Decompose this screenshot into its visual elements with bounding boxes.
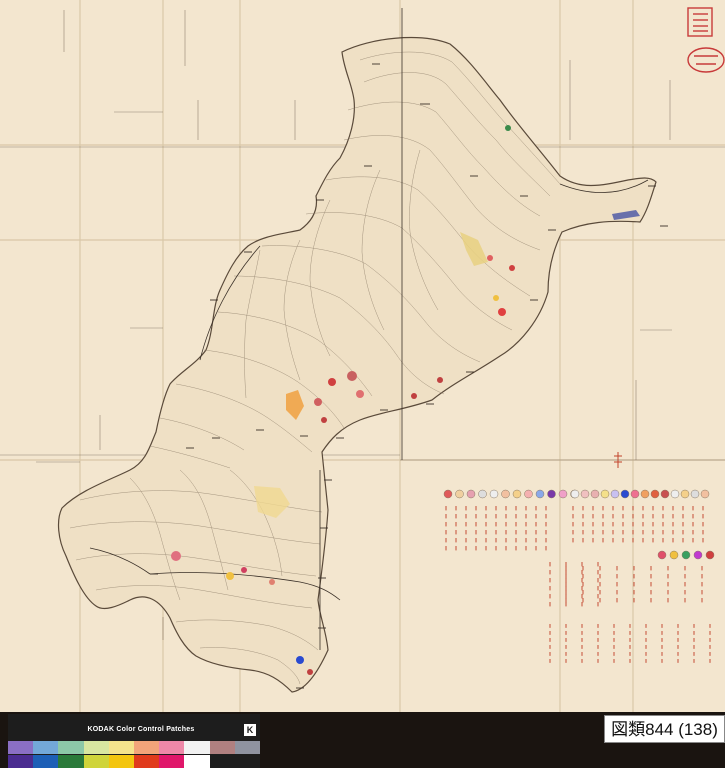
legend-right-swatch-10 [660,489,670,499]
map-sheet [0,0,725,712]
legend-extra-swatch-1 [657,550,667,560]
kodak-patch-r2-3 [58,755,84,768]
legend-left-swatch-9 [535,489,545,499]
kodak-patch-r2-5 [108,755,135,768]
kodak-patch-r2-1 [8,755,34,768]
legend-right-swatch-13 [690,489,700,499]
legend-extra-swatch-4 [693,550,703,560]
legend-text-columns [445,506,711,663]
legend-right-swatch-6 [620,489,630,499]
legend-right-swatch-9 [650,489,660,499]
kodak-patch-r1-9 [209,741,235,754]
kodak-logo-icon: K [244,724,256,736]
legend-extra-swatch-3 [681,550,691,560]
legend-left-swatch-4 [478,489,487,499]
kodak-patch-r1-3 [58,741,84,754]
legend-right-swatch-14 [700,489,710,499]
kodak-patch-r2-7 [159,755,185,768]
legend-right-swatch-5 [610,489,620,499]
legend-left-swatch-3 [466,489,476,499]
legend-right-swatch-2 [580,489,590,499]
legend-right-swatch-3 [590,489,600,499]
kodak-patches-row-1 [8,741,261,754]
kodak-patch-r1-10 [234,741,261,754]
legend-left-swatch-11 [558,489,568,499]
legend-right-swatch-12 [680,489,690,499]
kodak-patch-r2-2 [33,755,59,768]
legend-extra-swatch-2 [669,550,679,560]
kodak-patch-r1-4 [83,741,109,754]
kodak-patch-r1-7 [159,741,185,754]
legend-right-swatch-4 [600,489,610,499]
kodak-patch-r2-4 [83,755,109,768]
legend-left-swatch-7 [512,489,522,499]
legend-left-swatch-1 [443,489,453,499]
legend-left-swatch-10 [547,489,556,499]
library-stamps [687,7,725,73]
legend-left-swatch-5 [489,489,499,499]
legend-right-swatch-11 [670,489,680,499]
kodak-patch-r1-1 [8,741,34,754]
legend-right-swatch-8 [640,489,650,499]
legend-extra-swatch-5 [705,550,715,560]
kodak-patch-r2-8 [184,755,210,768]
kodak-patch-r1-5 [108,741,135,754]
kodak-strip-title: KODAK Color Control Patches [87,726,195,733]
kodak-color-control-strip: KODAK Color Control Patches K [8,714,261,768]
kodak-patches-row-2 [8,755,261,768]
map-canvas [0,0,725,712]
kodak-patch-r2-9 [209,755,235,768]
catalog-number-label: 図類844 (138) [604,715,725,743]
kodak-patch-r1-6 [134,741,160,754]
kodak-patch-r2-10 [234,755,261,768]
kodak-patch-r2-6 [134,755,160,768]
legend-left-swatch-2 [455,489,464,499]
legend-right-swatch-1 [570,489,580,499]
kodak-patch-r1-8 [184,741,210,754]
legend-right-swatch-7 [630,489,640,499]
legend-left-swatch-6 [501,489,510,499]
kodak-patch-r1-2 [33,741,59,754]
legend-left-swatch-8 [524,489,533,499]
